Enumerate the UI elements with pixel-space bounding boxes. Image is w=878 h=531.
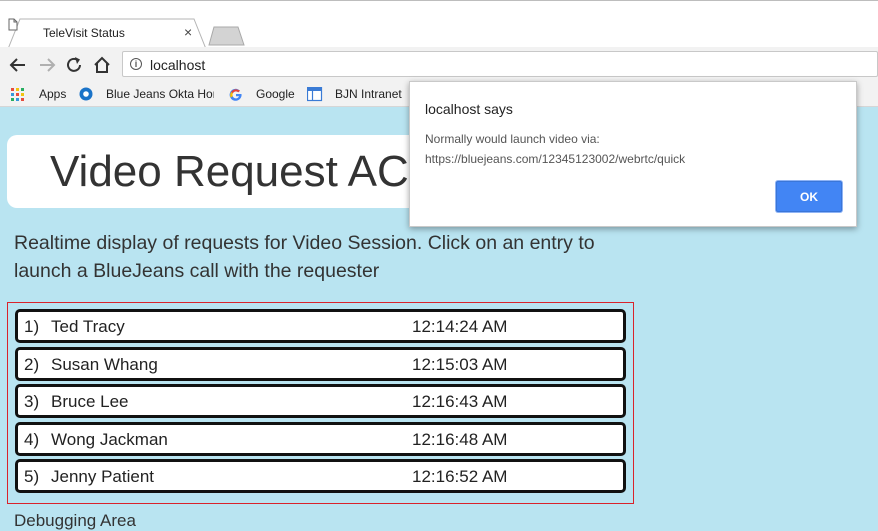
browser-toolbar: i localhost xyxy=(0,47,878,83)
apps-grid-icon xyxy=(11,88,24,101)
page-description: Realtime display of requests for Video S… xyxy=(14,232,595,282)
request-row-1[interactable]: 1) Ted Tracy 12:14:24 AM xyxy=(15,309,626,343)
address-bar[interactable]: i localhost xyxy=(122,51,878,77)
close-icon[interactable]: × xyxy=(184,24,192,40)
dialog-title: localhost says xyxy=(425,101,513,117)
row-number: 3) xyxy=(24,392,40,411)
intranet-icon xyxy=(307,87,323,102)
title-card: Video Request AC xyxy=(7,135,427,208)
alert-dialog: localhost says Normally would launch vid… xyxy=(409,81,857,227)
tab-title: TeleVisit Status xyxy=(43,26,125,40)
request-row-5[interactable]: 5) Jenny Patient 12:16:52 AM xyxy=(15,459,626,493)
requester-name: Bruce Lee xyxy=(51,392,129,411)
home-icon[interactable] xyxy=(92,55,112,75)
requester-name: Wong Jackman xyxy=(51,430,168,449)
debug-heading: Debugging Area xyxy=(14,511,136,530)
bookmark-bjn-intranet[interactable]: BJN Intranet xyxy=(335,87,402,101)
forward-arrow-icon[interactable] xyxy=(37,55,57,75)
row-number: 2) xyxy=(24,355,40,374)
row-number: 4) xyxy=(24,430,40,449)
bookmark-okta[interactable]: Blue Jeans Okta Hon xyxy=(106,87,214,101)
request-row-3[interactable]: 3) Bruce Lee 12:16:43 AM xyxy=(15,384,626,418)
request-row-2[interactable]: 2) Susan Whang 12:15:03 AM xyxy=(15,347,626,381)
reload-icon[interactable] xyxy=(64,55,84,75)
url-text[interactable]: localhost xyxy=(150,57,205,73)
requester-name: Susan Whang xyxy=(51,355,158,374)
okta-icon xyxy=(79,87,93,101)
bookmark-apps[interactable]: Apps xyxy=(39,87,66,101)
dialog-message-line-1: Normally would launch video via: xyxy=(425,132,600,146)
requester-name: Jenny Patient xyxy=(51,467,155,486)
request-time: 12:16:52 AM xyxy=(412,467,508,486)
row-number: 1) xyxy=(24,317,40,336)
ok-button[interactable]: OK xyxy=(776,181,842,212)
dialog-message-line-2: https://bluejeans.com/12345123002/webrtc… xyxy=(425,152,686,166)
request-time: 12:16:48 AM xyxy=(412,430,508,449)
request-row-4[interactable]: 4) Wong Jackman 12:16:48 AM xyxy=(15,422,626,456)
dialog-message: Normally would launch video via: https:/… xyxy=(425,129,685,169)
document-icon xyxy=(8,18,18,31)
request-time: 12:16:43 AM xyxy=(412,392,508,411)
request-time: 12:15:03 AM xyxy=(412,355,508,374)
google-icon xyxy=(229,88,242,101)
back-arrow-icon[interactable] xyxy=(8,55,28,75)
request-list: 1) Ted Tracy 12:14:24 AM 2) Susan Whang … xyxy=(7,302,634,504)
info-icon[interactable]: i xyxy=(130,58,142,70)
page-title: Video Request AC xyxy=(50,147,409,196)
tab-bar: TeleVisit Status × xyxy=(0,0,878,49)
row-number: 5) xyxy=(24,467,40,486)
new-tab-button[interactable] xyxy=(208,26,246,46)
browser-tab[interactable]: TeleVisit Status × xyxy=(8,18,206,49)
requester-name: Ted Tracy xyxy=(51,317,125,336)
bookmark-google[interactable]: Google xyxy=(256,87,295,101)
request-time: 12:14:24 AM xyxy=(412,317,508,336)
